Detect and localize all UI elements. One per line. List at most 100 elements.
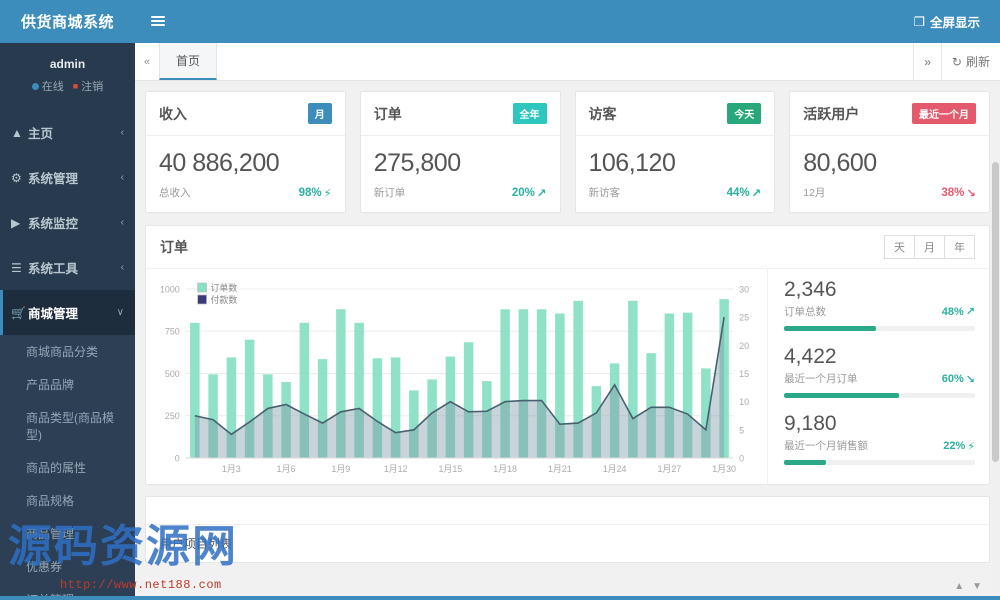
card-header: 活跃用户 最近一个月 (790, 92, 989, 136)
side-stat-total-orders: 2,346 订单总数 48% ↗ (784, 277, 975, 331)
fullscreen-icon: ❒ (913, 15, 925, 29)
fullscreen-label: 全屏显示 (929, 16, 980, 30)
card-footer: 新订单 20% ↗ (374, 185, 547, 200)
gear-icon: ⚙ (11, 170, 22, 185)
home-icon: ▲ (11, 125, 23, 140)
side-stat-percent-value: 22% (943, 440, 966, 453)
svg-text:10: 10 (739, 397, 749, 407)
range-button-month[interactable]: 月 (914, 234, 945, 259)
chevron-down-icon[interactable]: ▼ (972, 581, 982, 592)
svg-text:订单数: 订单数 (211, 282, 238, 293)
logout-label: 注销 (81, 81, 104, 93)
arrow-up-icon: ↗ (536, 187, 547, 200)
sidebar-subitem-category[interactable]: 商城商品分类 (0, 335, 135, 368)
card-body: 40 886,200 总收入 98% ⚡ (146, 136, 345, 212)
side-stat-month-orders: 4,422 最近一个月订单 60% ↘ (784, 344, 975, 399)
card-subtitle: 总收入 (159, 186, 191, 199)
range-button-group: 天 月 年 (884, 234, 975, 259)
card-subtitle: 新订单 (373, 186, 406, 199)
card-subtitle: 新访客 (588, 186, 621, 199)
svg-text:500: 500 (165, 369, 180, 379)
card-percent: 44% ↗ (727, 186, 762, 200)
card-body: 106,120 新访客 44% ↗ (576, 136, 775, 212)
side-stat-percent-value: 60% (941, 373, 964, 386)
card-body: 275,800 新订单 20% ↗ (361, 136, 560, 212)
logout-link[interactable]: ■ 注销 (73, 78, 103, 94)
svg-text:15: 15 (739, 369, 749, 379)
scroll-controls: ▲ ▼ (954, 581, 982, 592)
range-button-year[interactable]: 年 (944, 234, 975, 259)
svg-text:1月24: 1月24 (603, 464, 627, 474)
card-percent-value: 38% (941, 186, 965, 199)
topbar: ❒ 全屏显示 (135, 0, 1000, 43)
svg-text:250: 250 (165, 411, 180, 421)
sidebar-subitem-coupon[interactable]: 优惠券 (0, 550, 135, 583)
sidebar-item-system-tools[interactable]: ☰ 系统工具 ‹ (0, 245, 135, 290)
svg-text:1月30: 1月30 (712, 464, 736, 474)
stat-card-revenue: 收入 月 40 886,200 总收入 98% ⚡ (145, 91, 346, 213)
card-percent: 38% ↘ (941, 186, 976, 200)
panel-title: 订单 (160, 238, 188, 255)
svg-text:1月12: 1月12 (384, 464, 408, 474)
side-stat-label: 订单总数 (784, 305, 826, 318)
card-title: 收入 (159, 105, 187, 122)
user-project-panel-title: 用户项目列表 (160, 536, 233, 551)
sidebar-subitem-type[interactable]: 商品类型(商品模型) (0, 401, 135, 451)
svg-text:750: 750 (165, 326, 180, 336)
card-value: 80,600 (803, 149, 877, 177)
sidebar-item-mall-manage[interactable]: 🛒 商城管理 ∨ 商城商品分类 产品品牌 商品类型(商品模型) 商品的属性 商品… (0, 290, 135, 600)
sidebar: 供货商城系统 admin 在线 ■ 注销 ▲ 主页 ‹ ⚙ 系统管理 ‹ ▶ 系… (0, 0, 135, 600)
svg-text:0: 0 (175, 453, 180, 463)
range-button-day[interactable]: 天 (884, 234, 915, 259)
sidebar-menu: ▲ 主页 ‹ ⚙ 系统管理 ‹ ▶ 系统监控 ‹ ☰ 系统工具 ‹ 🛒 商城管理… (0, 110, 135, 600)
svg-text:1月15: 1月15 (438, 464, 462, 474)
side-stat-label: 最近一个月销售额 (784, 440, 868, 453)
footer-bar (0, 596, 1000, 600)
chevron-left-icon: ‹ (120, 172, 124, 183)
content-area: 收入 月 40 886,200 总收入 98% ⚡ 订单 全年 275,800 … (135, 81, 1000, 600)
status-badge: 最近一个月 (912, 103, 976, 124)
svg-text:1月18: 1月18 (493, 464, 517, 474)
tab-home[interactable]: 首页 (159, 43, 218, 80)
online-label: 在线 (41, 81, 64, 93)
online-status: 在线 (31, 78, 64, 94)
user-project-panel: 用户项目列表 (145, 495, 990, 563)
status-badge: 月 (307, 103, 332, 124)
card-value: 106,120 (588, 149, 676, 177)
chevron-left-icon: ‹ (120, 127, 124, 138)
fullscreen-button[interactable]: ❒ 全屏显示 (894, 12, 1000, 31)
sidebar-subitem-brand[interactable]: 产品品牌 (0, 368, 135, 401)
sidebar-item-label: 商城管理 (28, 307, 79, 321)
chevron-left-icon: ‹ (120, 262, 124, 273)
card-title: 订单 (373, 105, 402, 122)
sidebar-submenu: 商城商品分类 产品品牌 商品类型(商品模型) 商品的属性 商品规格 商品管理 优… (0, 335, 135, 600)
status-badge: 今天 (727, 103, 762, 124)
refresh-button[interactable]: ↻ 刷新 (940, 43, 1000, 80)
tab-next-button[interactable]: » (913, 43, 941, 80)
card-subtitle: 12月 (803, 186, 826, 199)
sidebar-item-system-monitor[interactable]: ▶ 系统监控 ‹ (0, 200, 135, 245)
sidebar-item-home[interactable]: ▲ 主页 ‹ (0, 110, 135, 155)
content-scrollbar[interactable] (991, 162, 1000, 590)
sidebar-subitem-attribute[interactable]: 商品的属性 (0, 451, 135, 484)
card-percent: 20% ↗ (512, 186, 547, 200)
card-percent-value: 98% (298, 186, 322, 199)
tabbar-spacer (217, 43, 913, 80)
video-icon: ▶ (11, 215, 21, 230)
sidebar-subitem-product[interactable]: 商品管理 (0, 517, 135, 550)
svg-text:0: 0 (739, 453, 744, 463)
sidebar-item-label: 系统管理 (28, 172, 79, 186)
svg-text:1000: 1000 (160, 284, 180, 294)
chevron-up-icon[interactable]: ▲ (954, 581, 964, 592)
tab-prev-button[interactable]: « (135, 43, 159, 80)
card-body: 80,600 12月 38% ↘ (790, 136, 989, 212)
card-header: 访客 今天 (575, 92, 775, 136)
card-value: 275,800 (373, 149, 461, 177)
orders-chart-svg: 0 250 500 750 1000 0 5 10 15 20 25 30 1月3 1月6 1月9 1月12 1… (160, 282, 749, 474)
sidebar-item-system-manage[interactable]: ⚙ 系统管理 ‹ (0, 155, 135, 200)
hamburger-icon[interactable] (135, 14, 181, 30)
sidebar-subitem-spec[interactable]: 商品规格 (0, 484, 135, 517)
side-stat-progress (784, 325, 975, 331)
list-icon: ☰ (11, 260, 22, 275)
sidebar-item-label: 系统工具 (28, 262, 79, 276)
